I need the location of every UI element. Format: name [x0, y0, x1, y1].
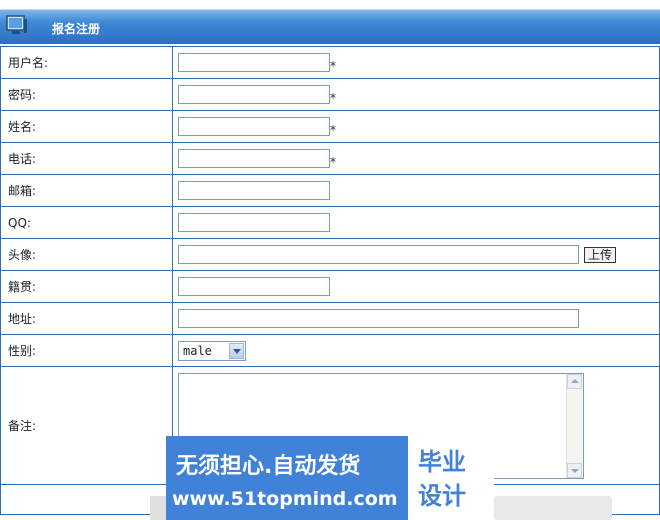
watermark-url: www.51topmind.com	[172, 488, 398, 510]
username-label: 用户名:	[0, 46, 173, 79]
avatar-input[interactable]	[178, 245, 579, 264]
page-header: 报名注册	[0, 0, 660, 44]
chevron-down-icon[interactable]	[229, 342, 244, 359]
watermark-right: 毕业 设计	[408, 436, 494, 520]
form-row-name: 姓名: *	[0, 110, 660, 143]
username-cell: *	[172, 46, 660, 79]
qq-label: QQ:	[0, 206, 173, 239]
qq-input[interactable]	[178, 213, 330, 232]
form-row-avatar: 头像: 上传	[0, 238, 660, 271]
phone-input[interactable]	[178, 149, 330, 168]
scroll-up-icon[interactable]	[567, 373, 582, 389]
form-row-hometown: 籍贯:	[0, 270, 660, 303]
hometown-cell	[172, 270, 660, 303]
upload-button[interactable]: 上传	[584, 246, 617, 263]
required-mark: *	[330, 123, 336, 137]
email-label: 邮箱:	[0, 174, 173, 207]
password-input[interactable]	[178, 85, 330, 104]
required-mark: *	[330, 59, 336, 73]
form-row-password: 密码: *	[0, 78, 660, 111]
required-mark: *	[330, 91, 336, 105]
required-mark: *	[330, 155, 336, 169]
avatar-label: 头像:	[0, 238, 173, 271]
watermark-banner: 无须担心.自动发货 www.51topmind.com 毕业 设计	[166, 436, 494, 520]
form-row-email: 邮箱:	[0, 174, 660, 207]
name-cell: *	[172, 110, 660, 143]
monitor-icon	[6, 15, 27, 34]
form-row-qq: QQ:	[0, 206, 660, 239]
phone-label: 电话:	[0, 142, 173, 175]
page-title: 报名注册	[52, 22, 101, 36]
password-label: 密码:	[0, 78, 173, 111]
overlay-strip	[150, 496, 166, 520]
name-label: 姓名:	[0, 110, 173, 143]
notes-label: 备注:	[0, 366, 173, 485]
watermark-grad-line2: 设计	[418, 482, 466, 510]
form-row-address: 地址:	[0, 302, 660, 335]
scroll-down-icon[interactable]	[567, 462, 582, 478]
gender-select-value: male	[183, 343, 212, 358]
address-cell	[172, 302, 660, 335]
gender-select[interactable]: male	[178, 340, 246, 361]
gender-cell: male	[172, 334, 660, 367]
watermark-slogan: 无须担心.自动发货	[176, 454, 361, 479]
form-row-gender: 性别: male	[0, 334, 660, 367]
address-label: 地址:	[0, 302, 173, 335]
notes-scrollbar[interactable]	[566, 373, 583, 478]
email-input[interactable]	[178, 181, 330, 200]
qq-cell	[172, 206, 660, 239]
avatar-cell: 上传	[172, 238, 660, 271]
hometown-label: 籍贯:	[0, 270, 173, 303]
overlay-strip	[494, 496, 612, 520]
gender-label: 性别:	[0, 334, 173, 367]
form-row-username: 用户名: *	[0, 46, 660, 79]
username-input[interactable]	[178, 53, 330, 72]
phone-cell: *	[172, 142, 660, 175]
watermark-grad-line1: 毕业	[418, 448, 466, 476]
hometown-input[interactable]	[178, 277, 330, 296]
name-input[interactable]	[178, 117, 330, 136]
actions-label-cell	[0, 484, 173, 515]
email-cell	[172, 174, 660, 207]
address-input[interactable]	[178, 309, 579, 328]
watermark-left: 无须担心.自动发货 www.51topmind.com	[166, 436, 408, 520]
form-row-phone: 电话: *	[0, 142, 660, 175]
password-cell: *	[172, 78, 660, 111]
